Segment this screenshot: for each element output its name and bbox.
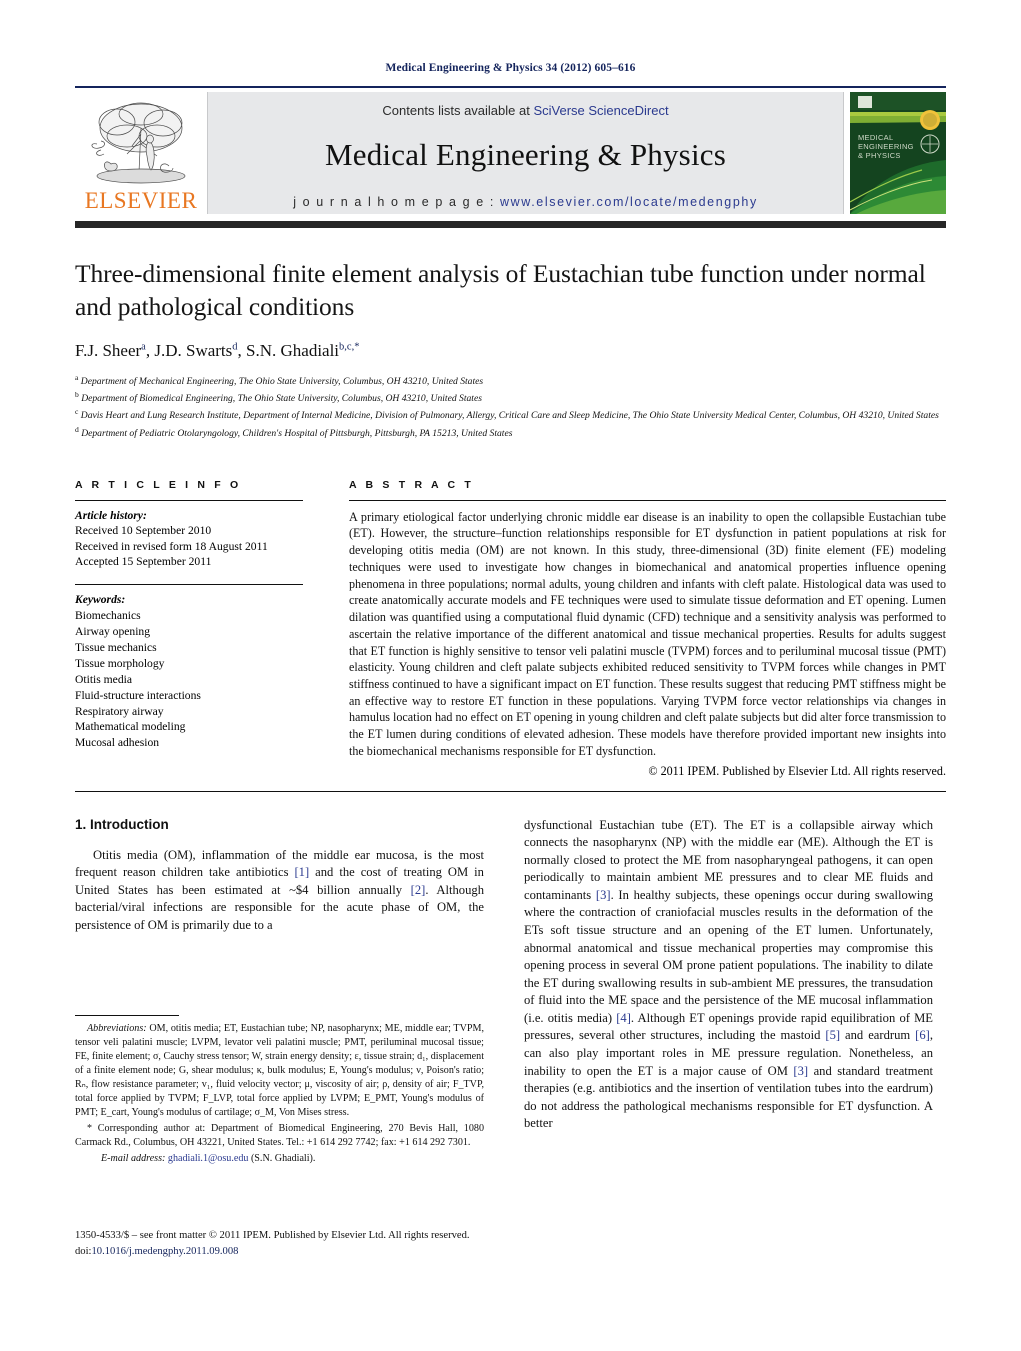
elsevier-logo: ELSEVIER <box>75 92 207 214</box>
keyword-item: Mathematical modeling <box>75 720 186 734</box>
affiliation-list: a Department of Mechanical Engineering, … <box>75 372 946 440</box>
abstract-text: A primary etiological factor underlying … <box>349 509 946 758</box>
article-history-line: Received 10 September 2010 <box>75 523 212 537</box>
article-history-lines: Received 10 September 2010 Received in re… <box>75 523 303 571</box>
keyword-item: Respiratory airway <box>75 704 164 718</box>
paper-page: Medical Engineering & Physics 34 (2012) … <box>0 0 1021 1351</box>
banner-bottom-bar <box>75 221 946 228</box>
abstract-copyright: © 2011 IPEM. Published by Elsevier Ltd. … <box>648 763 946 778</box>
affiliation-line: a Department of Mechanical Engineering, … <box>75 373 484 388</box>
homepage-prefix: j o u r n a l h o m e p a g e : <box>293 195 501 209</box>
page-title: Three-dimensional finite element analysi… <box>75 259 926 321</box>
elsevier-tree-icon <box>91 102 186 184</box>
journal-cover-thumbnail: MEDICAL ENGINEERING & PHYSICS <box>850 92 946 214</box>
article-info-column: A R T I C L E I N F O Article history: R… <box>75 479 333 779</box>
keyword-item: Otitis media <box>75 672 132 686</box>
banner-center: Contents lists available at SciVerse Sci… <box>207 92 844 214</box>
citation-link[interactable]: [6] <box>915 1028 930 1042</box>
article-history-label: Article history: <box>75 508 147 522</box>
abstract-bottom-rule <box>75 790 946 792</box>
footnote-rule <box>75 1015 179 1016</box>
email-link[interactable]: ghadiali.1@osu.edu <box>168 1153 249 1164</box>
abbreviations-label: Abbreviations: <box>87 1023 147 1034</box>
svg-text:MEDICAL: MEDICAL <box>858 133 893 142</box>
contents-prefix: Contents lists available at <box>382 103 534 118</box>
article-info-rule-top <box>75 499 303 501</box>
introduction-paragraph-right: dysfunctional Eustachian tube (ET). The … <box>524 817 933 1131</box>
citation-link[interactable]: [4] <box>616 1011 631 1025</box>
doi-label: doi: <box>75 1245 92 1257</box>
issn-line: 1350-4533/$ – see front matter © 2011 IP… <box>75 1230 470 1241</box>
contents-available-line: Contents lists available at SciVerse Sci… <box>382 103 668 118</box>
citation-link[interactable]: [3] <box>596 888 611 902</box>
sciencedirect-link[interactable]: SciVerse ScienceDirect <box>533 103 668 118</box>
article-info-rule-mid <box>75 584 303 586</box>
keyword-item: Airway opening <box>75 625 151 639</box>
affiliation-line: c Davis Heart and Lung Research Institut… <box>75 407 939 422</box>
abstract-column: A B S T R A C T A primary etiological fa… <box>333 479 946 779</box>
keyword-item: Tissue morphology <box>75 656 165 670</box>
introduction-heading: 1. Introduction <box>75 816 169 832</box>
affiliation-line: b Department of Biomedical Engineering, … <box>75 390 482 405</box>
keywords-label: Keywords: <box>75 593 126 607</box>
author-list: F.J. Sheera, J.D. Swartsd, S.N. Ghadiali… <box>75 341 360 361</box>
journal-banner: ELSEVIER Contents lists available at Sci… <box>75 92 946 214</box>
corresponding-marker: * <box>87 1123 93 1135</box>
keyword-item: Fluid-structure interactions <box>75 688 201 702</box>
email-label: E-mail address: <box>101 1153 166 1165</box>
introduction-paragraph-left: Otitis media (OM), inflammation of the m… <box>75 847 484 932</box>
svg-text:& PHYSICS: & PHYSICS <box>858 151 901 160</box>
elsevier-wordmark: ELSEVIER <box>84 188 198 213</box>
keyword-item: Tissue mechanics <box>75 641 157 654</box>
abstract-rule-top <box>349 499 946 501</box>
citation-link[interactable]: [1] <box>294 865 309 879</box>
running-head: Medical Engineering & Physics 34 (2012) … <box>385 62 636 74</box>
homepage-url-link[interactable]: www.elsevier.com/locate/medengphy <box>500 195 758 209</box>
body-column-right: dysfunctional Eustachian tube (ET). The … <box>504 817 933 1133</box>
citation-link[interactable]: [2] <box>411 883 426 897</box>
affiliation-line: d Department of Pediatric Otolaryngology… <box>75 424 513 439</box>
svg-text:ENGINEERING: ENGINEERING <box>858 142 914 151</box>
keyword-item: Biomechanics <box>75 609 141 623</box>
issn-footer: 1350-4533/$ – see front matter © 2011 IP… <box>75 1228 955 1260</box>
running-head-rule <box>75 86 946 88</box>
corresponding-author-footnote: * Corresponding author at: Department of… <box>75 1123 484 1149</box>
keywords-list: Biomechanics Airway opening Tissue mechani… <box>75 608 303 751</box>
doi-line: doi:10.1016/j.medengphy.2011.09.008 <box>75 1244 955 1260</box>
abbreviations-footnote: Abbreviations: OM, otitis media; ET, Eus… <box>75 1023 484 1118</box>
doi-value[interactable]: 10.1016/j.medengphy.2011.09.008 <box>91 1246 238 1257</box>
title-block: Three-dimensional finite element analysi… <box>75 258 946 441</box>
citation-link[interactable]: [3] <box>793 1064 808 1078</box>
citation-link[interactable]: [5] <box>825 1028 840 1042</box>
footnote-area: Abbreviations: OM, otitis media; ET, Eus… <box>75 1015 484 1166</box>
info-abstract-region: A R T I C L E I N F O Article history: R… <box>75 479 946 779</box>
journal-cover-image: MEDICAL ENGINEERING & PHYSICS <box>850 92 946 214</box>
journal-title: Medical Engineering & Physics <box>325 137 726 172</box>
journal-homepage-line: j o u r n a l h o m e p a g e : www.else… <box>293 195 758 209</box>
email-footnote: E-mail address: ghadiali.1@osu.edu (S.N.… <box>101 1153 316 1165</box>
abstract-heading: A B S T R A C T <box>349 478 474 491</box>
article-history-line: Received in revised form 18 August 2011 <box>75 539 268 553</box>
keyword-item: Mucosal adhesion <box>75 736 160 750</box>
article-info-heading: A R T I C L E I N F O <box>75 478 242 491</box>
article-history-line: Accepted 15 September 2011 <box>75 555 212 569</box>
